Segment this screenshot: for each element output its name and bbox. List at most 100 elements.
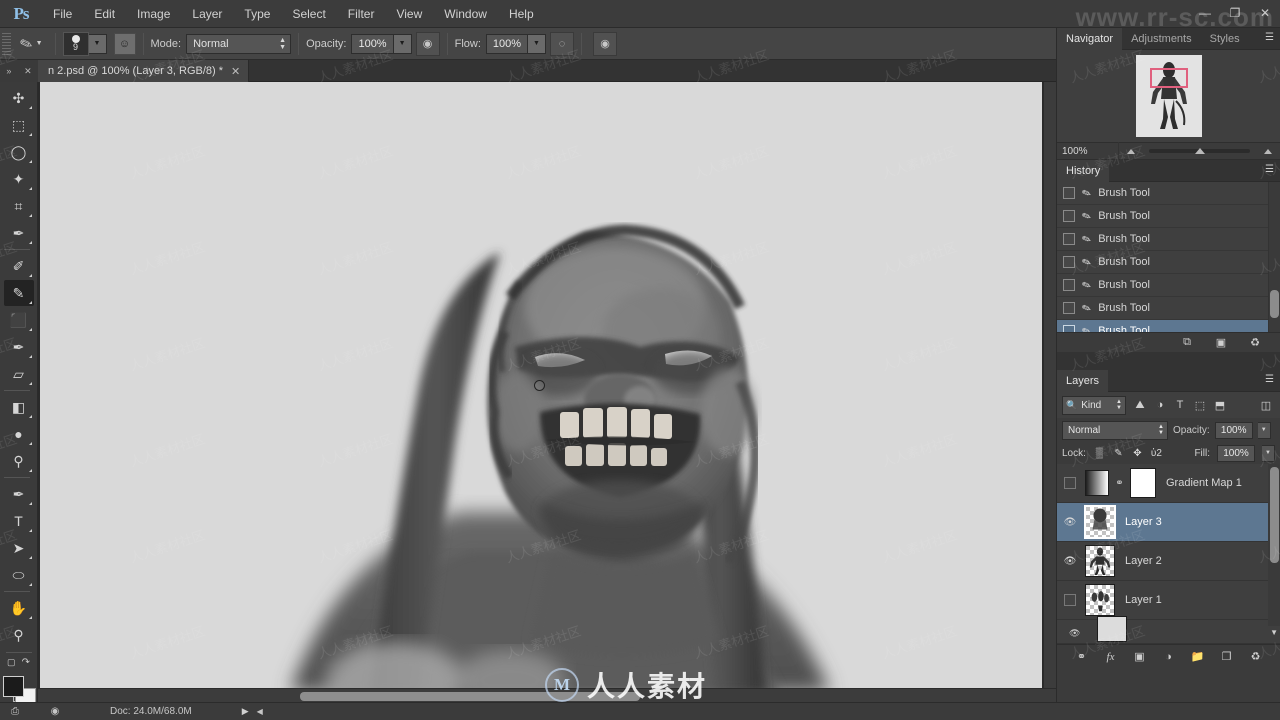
filter-smart-object-icon[interactable]: ⬒	[1211, 396, 1229, 414]
document-tab-close-icon[interactable]: ✕	[231, 65, 240, 78]
eyedropper-tool[interactable]: ✒	[4, 220, 34, 246]
lock-image-pixels-icon[interactable]: ✎	[1112, 447, 1125, 460]
eye-icon[interactable]: 👁	[1069, 628, 1080, 639]
path-selection-tool[interactable]: ➤	[4, 535, 34, 561]
history-state-row[interactable]: ✎ Brush Tool	[1057, 228, 1280, 251]
new-layer-icon[interactable]: ❐	[1218, 648, 1236, 666]
move-tool[interactable]: ✣	[4, 85, 34, 111]
flow-input[interactable]: 100%	[485, 33, 529, 54]
history-state-row[interactable]: ✎ Brush Tool	[1057, 320, 1280, 332]
history-brush-tool[interactable]: ✒	[4, 334, 34, 360]
swap-colors-icon[interactable]: ↷	[22, 657, 30, 668]
layer-row[interactable]: ⚭ Gradient Map 1	[1057, 464, 1280, 503]
layer-mask-thumbnail[interactable]	[1130, 468, 1156, 498]
tab-layers[interactable]: Layers	[1057, 369, 1109, 392]
status-play-arrow[interactable]: ▶	[242, 706, 249, 717]
opacity-dropdown[interactable]: ▼	[393, 33, 412, 54]
menu-item-image[interactable]: Image	[126, 2, 181, 26]
history-state-row[interactable]: ✎ Brush Tool	[1057, 274, 1280, 297]
new-snapshot-icon[interactable]: ▣	[1212, 334, 1230, 352]
layers-scrollbar[interactable]	[1268, 464, 1280, 626]
new-document-from-state-icon[interactable]: ⧉	[1178, 334, 1196, 352]
document-canvas[interactable]	[40, 82, 1042, 692]
delete-state-icon[interactable]: ♻	[1246, 334, 1264, 352]
layer-row-partial[interactable]: 👁 ▼	[1057, 616, 1280, 644]
layer-fill-dropdown[interactable]: ▼	[1262, 444, 1275, 462]
foreground-color-swatch[interactable]	[2, 676, 24, 698]
layer-style-fx-icon[interactable]: fx	[1102, 648, 1120, 666]
new-adjustment-layer-icon[interactable]: ◑	[1160, 648, 1178, 666]
crop-tool[interactable]: ⌗	[4, 193, 34, 219]
menu-item-layer[interactable]: Layer	[181, 2, 233, 26]
opacity-input[interactable]: 100%	[351, 33, 394, 54]
canvas-horizontal-scrollbar[interactable]	[38, 688, 1056, 702]
lock-position-icon[interactable]: ✥	[1131, 447, 1144, 460]
menu-item-type[interactable]: Type	[233, 2, 281, 26]
panel-menu-icon[interactable]: ☰	[1265, 165, 1274, 175]
add-layer-mask-icon[interactable]: ▣	[1131, 648, 1149, 666]
chevron-down-icon[interactable]: ▼	[1270, 628, 1278, 637]
zoom-slider-handle[interactable]	[1194, 148, 1205, 154]
panel-menu-icon[interactable]: ☰	[1265, 375, 1274, 385]
dodge-tool[interactable]: ⚲	[4, 448, 34, 474]
menu-item-file[interactable]: File	[42, 2, 83, 26]
menu-item-filter[interactable]: Filter	[337, 2, 386, 26]
history-state-row[interactable]: ✎ Brush Tool	[1057, 251, 1280, 274]
eye-hidden-icon[interactable]	[1061, 477, 1079, 489]
blend-mode-select[interactable]: Normal ▲ ▼	[186, 33, 292, 54]
menu-item-edit[interactable]: Edit	[83, 2, 126, 26]
layer-row[interactable]: Layer 1	[1057, 581, 1280, 620]
brush-tool[interactable]: ✎	[3, 280, 34, 306]
close-dock-icon[interactable]: ✕	[24, 66, 32, 77]
rectangular-marquee-tool[interactable]: ⬚	[4, 112, 34, 138]
magic-wand-tool[interactable]: ✦	[4, 166, 34, 192]
history-state-row[interactable]: ✎ Brush Tool	[1057, 297, 1280, 320]
layer-thumbnail[interactable]	[1085, 545, 1115, 577]
history-snapshot-checkbox[interactable]	[1063, 325, 1075, 332]
menu-item-window[interactable]: Window	[433, 2, 498, 26]
spot-healing-brush-tool[interactable]: ✐	[4, 253, 34, 279]
default-colors-icon[interactable]: ▢	[7, 657, 16, 668]
status-info-icon[interactable]: ◉	[40, 706, 70, 717]
eye-visible-icon[interactable]: 👁	[1061, 517, 1079, 528]
airbrush-icon[interactable]: ◌	[550, 31, 575, 56]
blur-tool[interactable]: ●	[4, 421, 34, 447]
history-snapshot-checkbox[interactable]	[1063, 187, 1075, 199]
history-snapshot-checkbox[interactable]	[1063, 279, 1075, 291]
filter-shape-icon[interactable]: ⬚	[1191, 396, 1209, 414]
menu-item-view[interactable]: View	[385, 2, 433, 26]
panel-menu-icon[interactable]: ☰	[1265, 33, 1274, 43]
layer-opacity-dropdown[interactable]: ▼	[1257, 421, 1271, 439]
navigator-view-box[interactable]	[1149, 68, 1188, 88]
history-scrollbar[interactable]	[1268, 182, 1280, 332]
zoom-in-triangle[interactable]	[1264, 148, 1272, 154]
layer-thumbnail[interactable]	[1085, 584, 1115, 616]
brush-preset-picker[interactable]: 9	[62, 31, 89, 56]
ellipse-tool[interactable]: ⬭	[4, 562, 34, 588]
navigator-zoom-slider[interactable]	[1119, 148, 1280, 154]
layer-fill-input[interactable]: 100%	[1217, 444, 1255, 462]
eye-hidden-icon[interactable]	[1061, 594, 1079, 606]
layer-opacity-input[interactable]: 100%	[1214, 421, 1253, 439]
pen-tool[interactable]: ✒	[4, 481, 34, 507]
clone-stamp-tool[interactable]: ⬛	[4, 307, 34, 333]
layer-filter-kind-select[interactable]: 🔍 Kind ▲ ▼	[1062, 395, 1126, 415]
history-state-row[interactable]: ✎ Brush Tool	[1057, 205, 1280, 228]
horizontal-scroll-thumb[interactable]	[300, 692, 640, 701]
filter-toggle-switch[interactable]: ◫	[1257, 396, 1275, 414]
status-left-arrow[interactable]: ◀	[257, 707, 263, 716]
filter-pixel-icon[interactable]: ⛰	[1131, 396, 1149, 414]
history-list[interactable]: ✎ Brush Tool ✎ Brush Tool ✎ Brush Tool ✎ Brush …	[1057, 182, 1280, 332]
link-layers-icon[interactable]: ⚭	[1073, 648, 1091, 666]
history-snapshot-checkbox[interactable]	[1063, 302, 1075, 314]
menu-item-select[interactable]: Select	[281, 2, 336, 26]
layer-thumbnail[interactable]	[1084, 505, 1116, 539]
chevron-down-icon[interactable]: ▼	[36, 40, 43, 47]
history-scroll-thumb[interactable]	[1270, 290, 1279, 318]
mask-link-icon[interactable]: ⚭	[1115, 478, 1124, 489]
history-state-row[interactable]: ✎ Brush Tool	[1057, 182, 1280, 205]
filter-type-icon[interactable]: T	[1171, 396, 1189, 414]
filter-adjustment-icon[interactable]: ◑	[1151, 396, 1169, 414]
lasso-tool[interactable]: ◯	[4, 139, 34, 165]
history-snapshot-checkbox[interactable]	[1063, 233, 1075, 245]
